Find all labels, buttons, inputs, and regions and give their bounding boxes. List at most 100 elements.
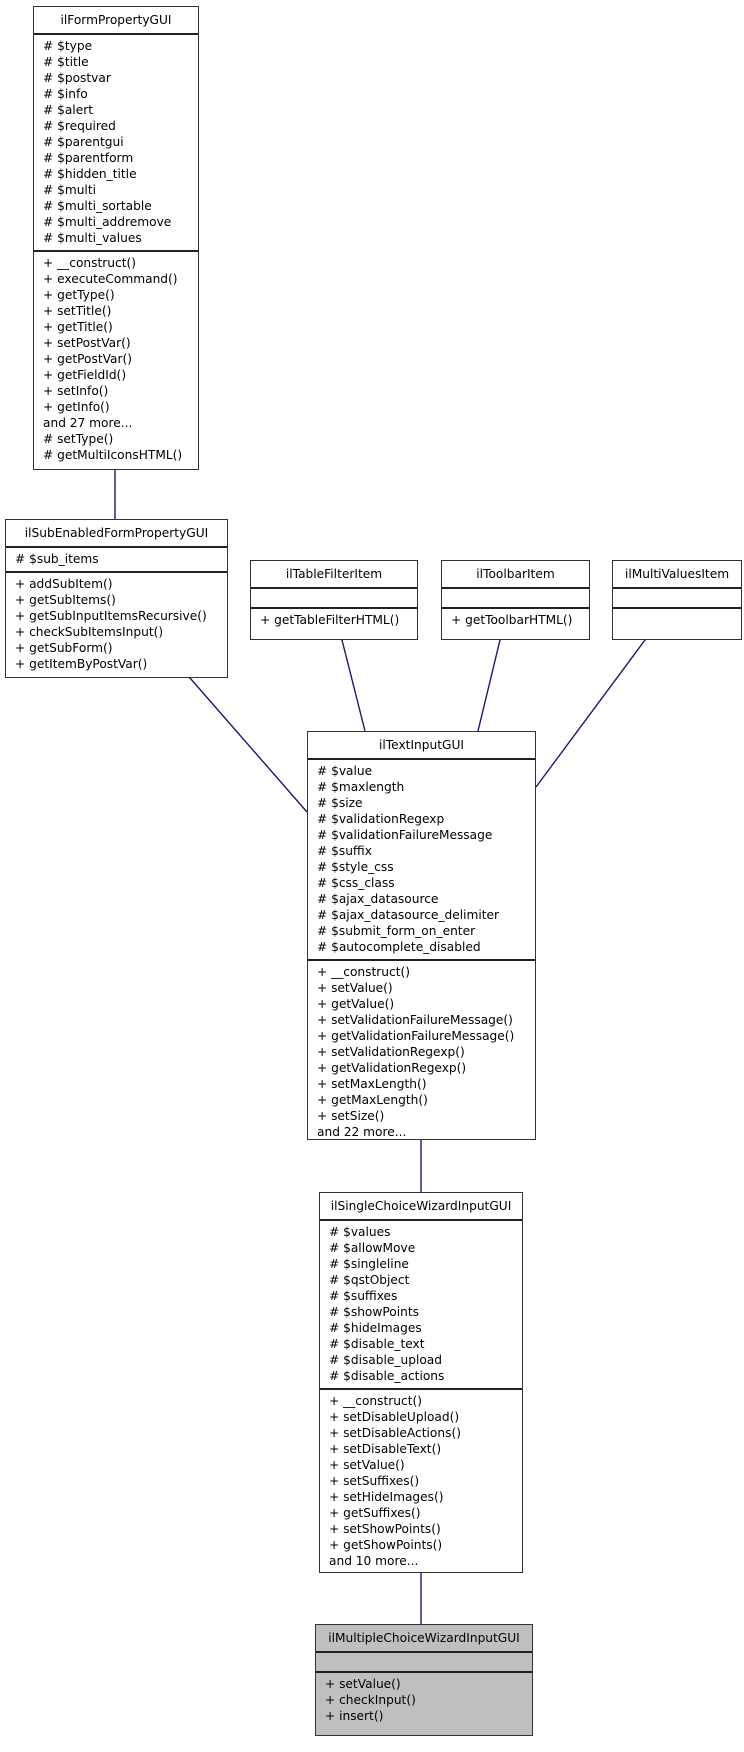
attribute-item: # $values bbox=[329, 1225, 391, 1239]
method-item: + getTableFilterHTML() bbox=[260, 613, 400, 627]
method-item: # setType() bbox=[43, 432, 114, 446]
method-item: + setPostVar() bbox=[43, 336, 131, 350]
method-item: + setMaxLength() bbox=[317, 1077, 427, 1091]
method-item: and 10 more... bbox=[329, 1554, 419, 1568]
attribute-item: # $validationFailureMessage bbox=[317, 828, 493, 842]
method-item: + getSubForm() bbox=[15, 641, 113, 655]
method-item: # getMultiIconsHTML() bbox=[43, 448, 183, 462]
method-item: + getSuffixes() bbox=[329, 1506, 421, 1520]
attribute-item: # $postvar bbox=[43, 71, 111, 85]
attribute-item: # $suffix bbox=[317, 844, 372, 858]
attribute-item: # $info bbox=[43, 87, 88, 101]
methods-section: + getTableFilterHTML() bbox=[251, 609, 417, 632]
attribute-item: # $multi_values bbox=[43, 231, 142, 245]
attribute-item: # $submit_form_on_enter bbox=[317, 924, 476, 938]
method-item: + setValue() bbox=[329, 1458, 405, 1472]
attribute-item: # $size bbox=[317, 796, 363, 810]
method-item: + setSuffixes() bbox=[329, 1474, 420, 1488]
method-item: and 27 more... bbox=[43, 416, 133, 430]
method-item: + getFieldId() bbox=[43, 368, 127, 382]
methods-section: + addSubItem() + getSubItems() + getSubInp… bbox=[6, 573, 227, 676]
attribute-item: # $sub_items bbox=[15, 552, 99, 566]
attribute-item: # $type bbox=[43, 39, 93, 53]
class-box-ilmultiplechoicewizardinputgui[interactable]: ilMultipleChoiceWizardInputGUI + setValu… bbox=[315, 1624, 533, 1736]
method-item: + executeCommand() bbox=[43, 272, 178, 286]
method-item: + getItemByPostVar() bbox=[15, 657, 148, 671]
edge-textinput-to-multivalues bbox=[535, 640, 645, 788]
method-item: + getMaxLength() bbox=[317, 1093, 428, 1107]
attributes-section bbox=[442, 589, 589, 609]
methods-section: + setValue() + checkInput() + insert() bbox=[316, 1673, 532, 1728]
class-name: ilMultiValuesItem bbox=[613, 561, 741, 589]
method-item: + getShowPoints() bbox=[329, 1538, 443, 1552]
attribute-item: # $value bbox=[317, 764, 373, 778]
class-name: ilFormPropertyGUI bbox=[34, 7, 198, 35]
attribute-item: # $required bbox=[43, 119, 116, 133]
class-name: ilToolbarItem bbox=[442, 561, 589, 589]
class-name: ilTableFilterItem bbox=[251, 561, 417, 589]
method-item: and 22 more... bbox=[317, 1125, 407, 1139]
method-item: + getValidationFailureMessage() bbox=[317, 1029, 515, 1043]
attribute-item: # $ajax_datasource bbox=[317, 892, 439, 906]
method-item: + getInfo() bbox=[43, 400, 110, 414]
methods-section: + __construct() + setDisableUpload() + set… bbox=[320, 1390, 522, 1573]
methods-section bbox=[613, 609, 741, 627]
class-name: ilMultipleChoiceWizardInputGUI bbox=[316, 1625, 532, 1653]
method-item: + addSubItem() bbox=[15, 577, 113, 591]
method-item: + checkInput() bbox=[325, 1693, 416, 1707]
methods-section: + __construct() + executeCommand() + getTy… bbox=[34, 252, 198, 467]
attribute-item: # $parentgui bbox=[43, 135, 124, 149]
attribute-item: # $disable_upload bbox=[329, 1353, 443, 1367]
method-item: + getType() bbox=[43, 288, 115, 302]
attribute-item: # $ajax_datasource_delimiter bbox=[317, 908, 500, 922]
attribute-item: # $hideImages bbox=[329, 1321, 422, 1335]
attribute-item: # $multi_addremove bbox=[43, 215, 172, 229]
class-box-iltablefilteritem[interactable]: ilTableFilterItem + getTableFilterHTML() bbox=[250, 560, 418, 640]
attribute-item: # $allowMove bbox=[329, 1241, 416, 1255]
method-item: + setValue() bbox=[317, 981, 393, 995]
class-box-ilmultivaluesitem[interactable]: ilMultiValuesItem bbox=[612, 560, 742, 640]
method-item: + setHideImages() bbox=[329, 1490, 444, 1504]
methods-section: + __construct() + setValue() + getValue() +… bbox=[308, 961, 535, 1144]
attribute-item: # $maxlength bbox=[317, 780, 405, 794]
method-item: + __construct() bbox=[329, 1394, 423, 1408]
method-item: + setShowPoints() bbox=[329, 1522, 441, 1536]
method-item: + setDisableUpload() bbox=[329, 1410, 460, 1424]
class-box-ilsinglechoicewizardinputgui[interactable]: ilSingleChoiceWizardInputGUI # $values # … bbox=[319, 1192, 523, 1573]
attributes-section bbox=[316, 1653, 532, 1673]
class-box-ilformpropertygui[interactable]: ilFormPropertyGUI # $type # $title # $post… bbox=[33, 6, 199, 470]
method-item: + getValue() bbox=[317, 997, 395, 1011]
methods-section: + getToolbarHTML() bbox=[442, 609, 589, 632]
attribute-item: # $suffixes bbox=[329, 1289, 398, 1303]
attributes-section bbox=[613, 589, 741, 609]
method-item: + __construct() bbox=[43, 256, 137, 270]
attribute-item: # $alert bbox=[43, 103, 93, 117]
method-item: + getSubInputItemsRecursive() bbox=[15, 609, 207, 623]
attributes-section: # $values # $allowMove # $singleline # $qst… bbox=[320, 1221, 522, 1390]
class-box-iltoolbaritem[interactable]: ilToolbarItem + getToolbarHTML() bbox=[441, 560, 590, 640]
attributes-section: # $sub_items bbox=[6, 548, 227, 573]
method-item: + setTitle() bbox=[43, 304, 112, 318]
method-item: + getValidationRegexp() bbox=[317, 1061, 467, 1075]
attribute-item: # $qstObject bbox=[329, 1273, 410, 1287]
method-item: + __construct() bbox=[317, 965, 411, 979]
method-item: + setDisableText() bbox=[329, 1442, 442, 1456]
class-name: ilSingleChoiceWizardInputGUI bbox=[320, 1193, 522, 1221]
class-box-ilsubenabledformpropertygui[interactable]: ilSubEnabledFormPropertyGUI # $sub_items… bbox=[5, 519, 228, 678]
method-item: + insert() bbox=[325, 1709, 384, 1723]
method-item: + getSubItems() bbox=[15, 593, 116, 607]
attribute-item: # $showPoints bbox=[329, 1305, 419, 1319]
method-item: + setDisableActions() bbox=[329, 1426, 461, 1440]
attributes-section: # $type # $title # $postvar # $info # $alert… bbox=[34, 35, 198, 252]
edge-textinput-to-tablefilter bbox=[342, 640, 366, 732]
method-item: + getTitle() bbox=[43, 320, 113, 334]
method-item: + getToolbarHTML() bbox=[451, 613, 573, 627]
attribute-item: # $multi_sortable bbox=[43, 199, 152, 213]
edge-textinput-to-toolbar bbox=[477, 640, 500, 732]
method-item: + setInfo() bbox=[43, 384, 109, 398]
attribute-item: # $hidden_title bbox=[43, 167, 137, 181]
class-box-iltextinputgui[interactable]: ilTextInputGUI # $value # $maxlength # $si… bbox=[307, 731, 536, 1140]
attribute-item: # $disable_text bbox=[329, 1337, 425, 1351]
method-item: + checkSubItemsInput() bbox=[15, 625, 164, 639]
attribute-item: # $style_css bbox=[317, 860, 394, 874]
